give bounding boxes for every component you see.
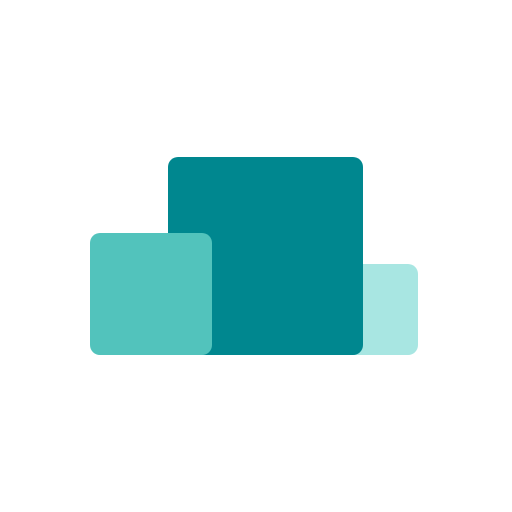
- front-left-square: [90, 233, 212, 355]
- stacked-squares-logo-icon: [90, 157, 418, 355]
- app-icon-canvas: [0, 0, 512, 512]
